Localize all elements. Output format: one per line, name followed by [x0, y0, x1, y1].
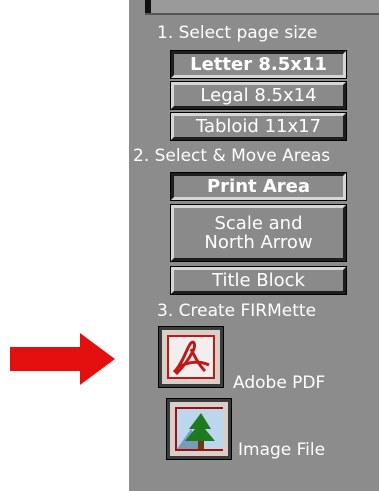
title-block-label: Title Block: [212, 270, 305, 291]
panel-top-bar: [145, 0, 379, 15]
tree-image-icon: [177, 409, 223, 449]
adobe-pdf-button[interactable]: [158, 326, 224, 388]
step1-title: 1. Select page size: [157, 23, 318, 43]
image-file-label: Image File: [238, 440, 326, 460]
page-size-tabloid-button[interactable]: Tabloid 11x17: [170, 112, 347, 141]
red-arrow-indicator: [10, 333, 115, 385]
step3-title: 3. Create FIRMette: [157, 301, 317, 321]
print-area-button[interactable]: Print Area: [170, 172, 347, 201]
adobe-pdf-icon: [172, 340, 210, 376]
page-size-legal-label: Legal 8.5x14: [200, 85, 317, 106]
scale-north-arrow-button[interactable]: Scale and North Arrow: [170, 204, 347, 262]
image-file-button[interactable]: [166, 398, 232, 460]
page-size-letter-label: Letter 8.5x11: [190, 54, 327, 75]
print-area-label: Print Area: [206, 176, 311, 197]
step2-title: 2. Select & Move Areas: [133, 146, 331, 166]
page-size-tabloid-label: Tabloid 11x17: [195, 116, 322, 137]
scale-north-arrow-label: Scale and North Arrow: [204, 213, 313, 253]
page-size-letter-button[interactable]: Letter 8.5x11: [170, 50, 347, 79]
page-size-legal-button[interactable]: Legal 8.5x14: [170, 81, 347, 110]
adobe-pdf-label: Adobe PDF: [233, 373, 326, 393]
title-block-button[interactable]: Title Block: [170, 266, 347, 295]
